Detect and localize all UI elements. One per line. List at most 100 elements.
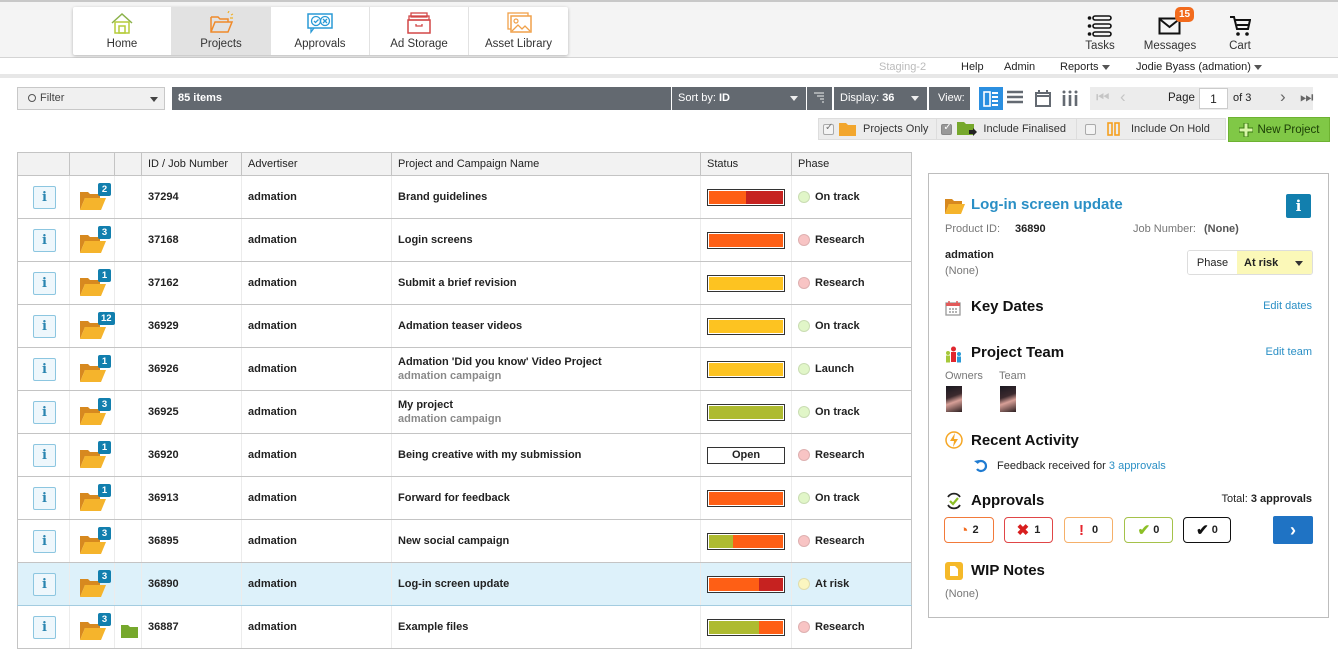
info-button[interactable]: i [33, 486, 56, 510]
project-folder[interactable]: 3 [80, 398, 114, 425]
project-folder[interactable]: 1 [80, 269, 114, 296]
view-split-button[interactable] [979, 87, 1003, 110]
project-folder[interactable]: 3 [80, 613, 114, 640]
project-name-cell[interactable]: Log-in screen update [391, 562, 701, 606]
project-folder[interactable]: 2 [80, 183, 114, 210]
table-row[interactable]: i 3 36925 admation My project admation campai… [17, 390, 912, 434]
approvals-go-button[interactable]: › [1273, 516, 1313, 544]
project-name-cell[interactable]: Brand guidelines [391, 175, 701, 219]
nav-cart[interactable]: Cart [1205, 10, 1275, 52]
project-folder[interactable]: 1 [80, 484, 114, 511]
panel-info-button[interactable]: i [1286, 194, 1311, 218]
table-row[interactable]: i 1 36913 admation Forward for feedback On tr… [17, 476, 912, 520]
table-row[interactable]: i 12 36929 admation Admation teaser videos On… [17, 304, 912, 348]
nav-tab-asset-library[interactable]: Asset Library [469, 7, 568, 55]
col-phase[interactable]: Phase [791, 152, 912, 176]
col-project-name[interactable]: Project and Campaign Name [391, 152, 701, 176]
edit-team-link[interactable]: Edit team [1266, 346, 1312, 358]
display-select[interactable]: Display: 36 [834, 87, 927, 110]
prev-page-icon[interactable]: ‹ [1120, 87, 1126, 107]
info-button[interactable]: i [33, 185, 56, 209]
nav-tab-projects[interactable]: Projects [172, 7, 271, 55]
table-row[interactable]: i 2 37294 admation Brand guidelines On track [17, 175, 912, 219]
project-name-cell[interactable]: My project admation campaign [391, 390, 701, 434]
info-button[interactable]: i [33, 443, 56, 467]
project-name-cell[interactable]: Being creative with my submission [391, 433, 701, 477]
info-button[interactable]: i [33, 615, 56, 639]
help-link[interactable]: Help [961, 61, 984, 73]
project-name-cell[interactable]: Login screens [391, 218, 701, 262]
table-row[interactable]: i 1 37162 admation Submit a brief revision Re… [17, 261, 912, 305]
project-folder[interactable]: 12 [80, 312, 115, 339]
table-row[interactable]: i 1 36920 admation Being creative with my su… [17, 433, 912, 477]
filter-dropdown[interactable]: Filter [17, 87, 165, 110]
page-input[interactable]: 1 [1199, 88, 1228, 109]
table-row[interactable]: i 3 36895 admation New social campaign Resear… [17, 519, 912, 563]
nav-messages[interactable]: 15 Messages [1135, 7, 1205, 52]
table-row[interactable]: i 3 36887 admation Example files Research [17, 605, 912, 649]
info-icon: i [1295, 197, 1302, 215]
project-folder[interactable]: 1 [80, 441, 114, 468]
nav-tab-approvals[interactable]: Approvals [271, 7, 370, 55]
owner-avatar[interactable] [946, 386, 962, 412]
advertiser-cell: admation [241, 562, 392, 606]
info-button[interactable]: i [33, 314, 56, 338]
col-advertiser[interactable]: Advertiser [241, 152, 392, 176]
nav-tasks[interactable]: Tasks [1065, 10, 1135, 52]
user-menu[interactable]: Jodie Byass (admation) [1136, 61, 1262, 73]
last-page-icon[interactable]: ⏭ [1300, 89, 1314, 106]
projects-only-checkbox[interactable] [823, 122, 834, 135]
project-name-cell[interactable]: Admation 'Did you know' Video Project adm… [391, 347, 701, 391]
admin-link[interactable]: Admin [1004, 61, 1035, 73]
approvals-final-button[interactable]: ✔ 0 [1183, 517, 1231, 543]
include-on-hold-checkbox[interactable] [1084, 123, 1096, 135]
first-page-icon[interactable]: ⏮ [1096, 89, 1110, 106]
project-folder[interactable]: 3 [80, 570, 114, 597]
sort-select[interactable]: Sort by: ID [672, 87, 806, 110]
nav-tab-home[interactable]: Home [73, 7, 172, 55]
advertiser-cell: admation [241, 390, 392, 434]
next-page-icon[interactable]: › [1280, 87, 1286, 107]
project-name-cell[interactable]: Admation teaser videos [391, 304, 701, 348]
view-calendar-button[interactable] [1035, 90, 1051, 110]
info-button[interactable]: i [33, 572, 56, 596]
panel-title[interactable]: Log-in screen update [971, 196, 1123, 213]
project-name-cell[interactable]: Forward for feedback [391, 476, 701, 520]
approvals-pending-button[interactable]: ◔ 2 [944, 517, 994, 543]
col-id[interactable]: ID / Job Number [141, 152, 242, 176]
phase-select[interactable]: Phase At risk [1187, 250, 1313, 275]
table-row[interactable]: i 3 37168 admation Login screens Research [17, 218, 912, 262]
project-name-cell[interactable]: New social campaign [391, 519, 701, 563]
new-project-button[interactable]: New Project [1228, 117, 1330, 142]
reports-menu[interactable]: Reports [1060, 61, 1110, 73]
info-button[interactable]: i [33, 400, 56, 424]
col-status[interactable]: Status [700, 152, 792, 176]
team-member-avatar[interactable] [1000, 386, 1016, 412]
info-button[interactable]: i [33, 357, 56, 381]
activity-approvals-link[interactable]: 3 approvals [1109, 460, 1166, 472]
nav-tab-ad-storage[interactable]: Ad Storage [370, 7, 469, 55]
approvals-approved-button[interactable]: ✔ 0 [1124, 517, 1173, 543]
view-list-button[interactable] [1007, 90, 1023, 109]
info-button[interactable]: i [33, 271, 56, 295]
table-row[interactable]: i 3 36890 admation Log-in screen update At ri… [17, 562, 912, 606]
project-folder[interactable]: 3 [80, 226, 114, 253]
approvals-rejected-button[interactable]: ✖ 1 [1004, 517, 1053, 543]
project-folder[interactable]: 1 [80, 355, 114, 382]
status-cell [700, 562, 792, 606]
team-label: Team [999, 370, 1026, 382]
table-row[interactable]: i 1 36926 admation Admation 'Did you know' V… [17, 347, 912, 391]
approvals-warning-button[interactable]: ! 0 [1064, 517, 1113, 543]
include-finalised-checkbox[interactable] [941, 122, 953, 135]
info-button[interactable]: i [33, 529, 56, 553]
project-name-cell[interactable]: Example files [391, 605, 701, 649]
sort-direction-button[interactable] [807, 87, 832, 110]
info-button[interactable]: i [33, 228, 56, 252]
edit-dates-link[interactable]: Edit dates [1263, 300, 1312, 312]
view-columns-button[interactable] [1062, 90, 1078, 109]
project-name-cell[interactable]: Submit a brief revision [391, 261, 701, 305]
folder-count-badge: 1 [98, 441, 111, 454]
project-folder[interactable]: 3 [80, 527, 114, 554]
folder-count-badge: 2 [98, 183, 111, 196]
status-segment [758, 577, 783, 591]
